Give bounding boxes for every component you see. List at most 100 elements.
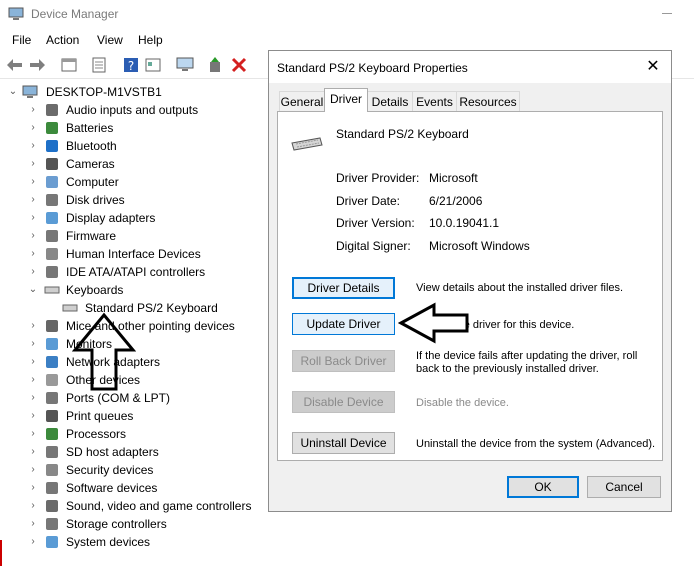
left-arrow-annotation <box>398 302 469 344</box>
sd-host-adapters-icon <box>46 446 58 458</box>
bluetooth-icon <box>46 140 58 152</box>
audio-inputs-and-outputs-icon <box>46 104 58 116</box>
back-arrow-icon[interactable] <box>6 56 24 74</box>
chevron-down-icon[interactable]: ⌄ <box>6 83 20 101</box>
tree-item-label: Human Interface Devices <box>66 247 201 261</box>
cancel-button[interactable]: Cancel <box>587 476 661 498</box>
update-driver-button[interactable]: Update Driver <box>292 313 395 335</box>
properties-icon[interactable] <box>90 56 108 74</box>
disable-device-desc: Disable the device. <box>416 397 509 409</box>
tree-item-label: IDE ATA/ATAPI controllers <box>66 265 206 279</box>
uninstall-icon[interactable] <box>230 56 248 74</box>
scan-hardware-icon[interactable] <box>176 56 194 74</box>
ports-com-lpt-icon <box>46 392 58 404</box>
tree-item-label: Disk drives <box>66 193 125 207</box>
chevron-down-icon[interactable]: ⌄ <box>26 281 40 299</box>
chevron-right-icon[interactable]: › <box>26 191 40 209</box>
uninstall-device-button[interactable]: Uninstall Device <box>292 432 395 454</box>
chevron-right-icon[interactable]: › <box>26 101 40 119</box>
chevron-right-icon[interactable]: › <box>26 245 40 263</box>
chevron-right-icon[interactable]: › <box>26 425 40 443</box>
dialog-title-bar: Standard PS/2 Keyboard Properties ✕ <box>269 51 671 83</box>
chevron-right-icon[interactable]: › <box>26 173 40 191</box>
chevron-right-icon[interactable]: › <box>26 497 40 515</box>
uninstall-device-desc: Uninstall the device from the system (Ad… <box>416 438 656 450</box>
tree-item-label: Cameras <box>66 157 115 171</box>
chevron-right-icon[interactable]: › <box>26 407 40 425</box>
chevron-right-icon[interactable]: › <box>26 353 40 371</box>
tree-item-label: Firmware <box>66 229 116 243</box>
keyboards-icon <box>44 286 60 294</box>
mice-and-other-pointing-devices-icon <box>46 320 58 332</box>
tab-general[interactable]: General <box>279 91 325 111</box>
monitors-icon <box>46 338 58 350</box>
digital-signer-label: Digital Signer: <box>336 239 411 253</box>
chevron-right-icon[interactable]: › <box>26 137 40 155</box>
chevron-right-icon[interactable]: › <box>26 227 40 245</box>
firmware-icon <box>46 230 58 242</box>
chevron-right-icon[interactable]: › <box>26 389 40 407</box>
tree-item-label: System devices <box>66 535 151 549</box>
chevron-right-icon[interactable]: › <box>26 263 40 281</box>
chevron-right-icon[interactable]: › <box>26 317 40 335</box>
close-icon[interactable]: ✕ <box>641 55 665 79</box>
storage-controllers-icon <box>46 518 58 530</box>
svg-text:?: ? <box>128 59 134 73</box>
driver-provider-label: Driver Provider: <box>336 171 420 185</box>
driver-date-value: 6/21/2006 <box>429 194 483 208</box>
system-devices-icon <box>46 536 58 548</box>
roll-back-driver-button[interactable]: Roll Back Driver <box>292 350 395 372</box>
print-queues-icon <box>46 410 58 422</box>
tab-resources[interactable]: Resources <box>456 91 520 111</box>
chevron-right-icon[interactable]: › <box>26 461 40 479</box>
other-devices-icon <box>46 374 58 386</box>
tab-details[interactable]: Details <box>367 91 413 111</box>
chevron-right-icon[interactable]: › <box>26 371 40 389</box>
tree-item-label: Keyboards <box>66 283 124 297</box>
chevron-right-icon[interactable]: › <box>26 533 40 551</box>
forward-arrow-icon[interactable] <box>28 56 46 74</box>
help-icon[interactable]: ? <box>122 56 140 74</box>
menu-action[interactable]: Action <box>46 33 79 47</box>
human-interface-devices-icon <box>46 248 58 260</box>
driver-details-desc: View details about the installed driver … <box>416 282 624 294</box>
up-arrow-annotation <box>72 312 136 391</box>
driver-details-button[interactable]: Driver Details <box>292 277 395 299</box>
processors-icon <box>46 428 58 440</box>
console-tree-icon[interactable] <box>60 56 78 74</box>
tree-item-label: Batteries <box>66 121 114 135</box>
tree-item-label: Storage controllers <box>66 517 167 531</box>
disable-device-button[interactable]: Disable Device <box>292 391 395 413</box>
tab-driver[interactable]: Driver <box>324 88 368 112</box>
view-icon[interactable] <box>144 56 162 74</box>
chevron-right-icon[interactable]: › <box>26 119 40 137</box>
roll-back-desc: If the device fails after updating the d… <box>416 350 638 375</box>
tab-events[interactable]: Events <box>412 91 457 111</box>
menu-help[interactable]: Help <box>138 33 163 47</box>
sound-video-and-game-controllers-icon <box>46 500 58 512</box>
batteries-icon <box>46 122 58 134</box>
ide-ata-atapi-controllers-icon <box>46 266 58 278</box>
keyboard-icon <box>291 137 323 151</box>
menu-view[interactable]: View <box>97 33 123 47</box>
chevron-right-icon[interactable]: › <box>26 155 40 173</box>
chevron-right-icon[interactable]: › <box>26 335 40 353</box>
ok-button[interactable]: OK <box>507 476 579 498</box>
chevron-right-icon[interactable]: › <box>26 479 40 497</box>
window-title: Device Manager <box>31 7 119 21</box>
chevron-right-icon[interactable]: › <box>26 515 40 533</box>
chevron-right-icon[interactable]: › <box>26 209 40 227</box>
disk-drives-icon <box>46 194 58 206</box>
digital-signer-value: Microsoft Windows <box>429 239 530 253</box>
tree-root-label: DESKTOP-M1VSTB1 <box>46 85 162 99</box>
software-devices-icon <box>46 482 58 494</box>
menu-bar: File Action View Help <box>0 30 694 50</box>
tree-item-label: Sound, video and game controllers <box>66 499 252 513</box>
menu-file[interactable]: File <box>12 33 31 47</box>
chevron-right-icon[interactable]: › <box>26 443 40 461</box>
network-adapters-icon <box>46 356 58 368</box>
minimize-button[interactable] <box>662 13 672 14</box>
update-driver-icon[interactable] <box>206 56 224 74</box>
edge-marker <box>0 540 2 566</box>
device-manager-icon <box>8 7 24 20</box>
